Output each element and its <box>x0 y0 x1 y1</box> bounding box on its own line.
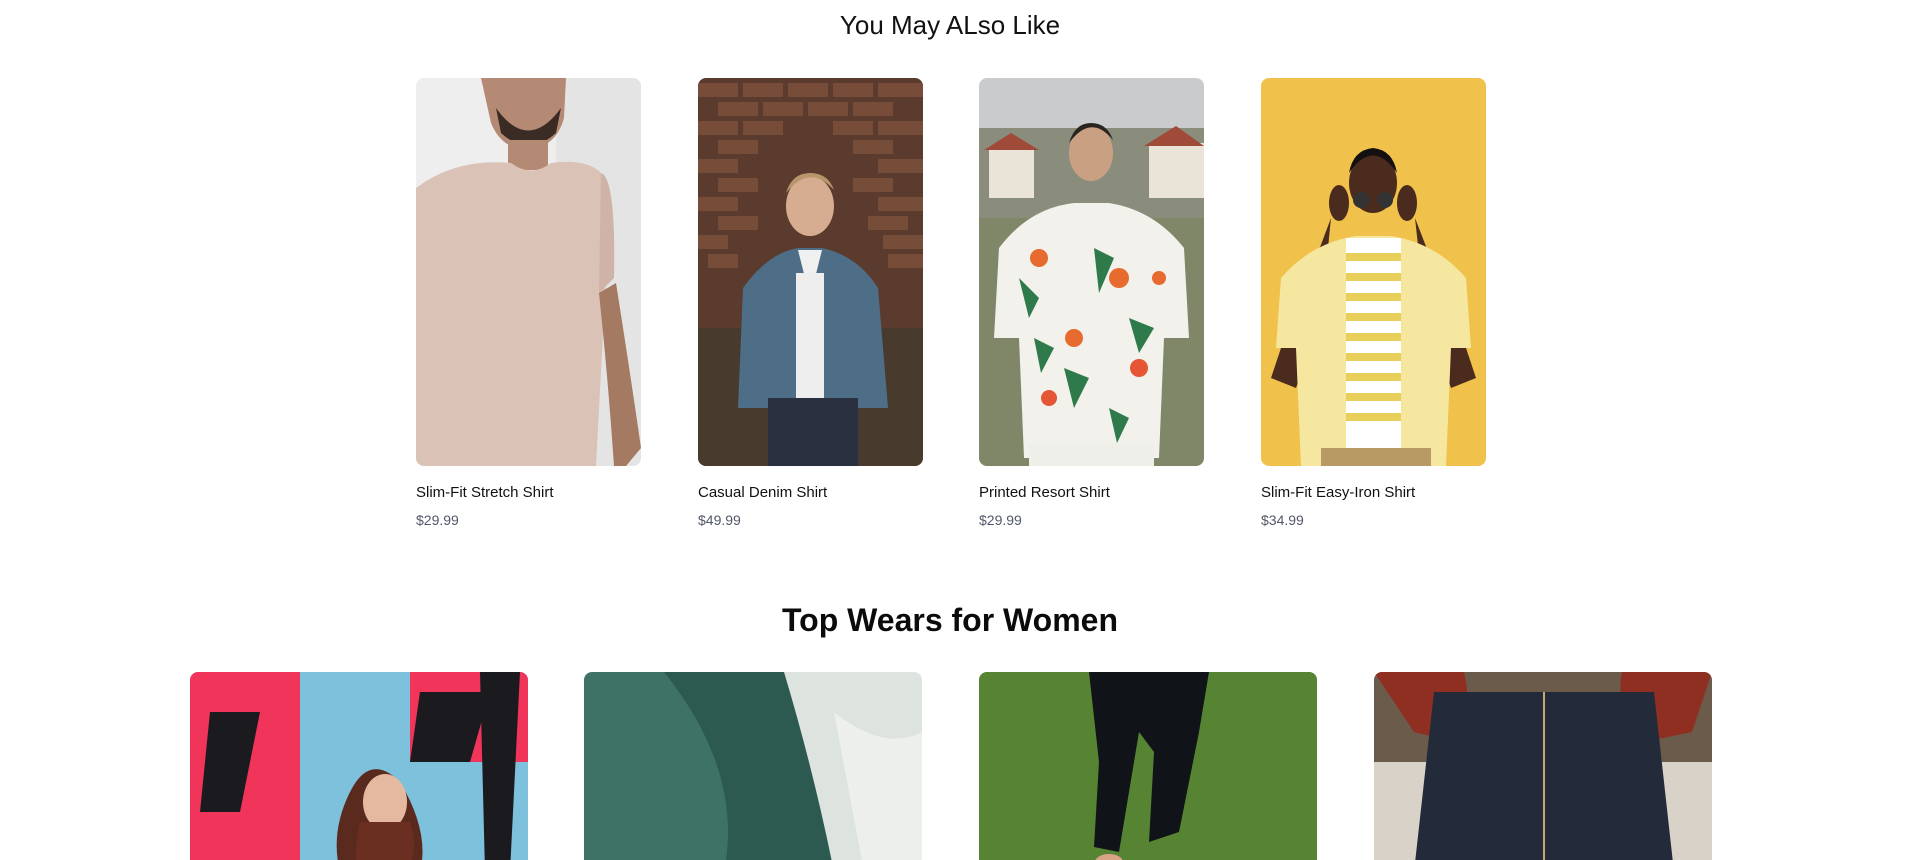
product-name[interactable]: Slim-Fit Easy-Iron Shirt <box>1261 484 1486 504</box>
product-image[interactable] <box>416 78 641 466</box>
product-image[interactable] <box>698 78 923 466</box>
section-title-top-wears-women: Top Wears for Women <box>781 602 1119 638</box>
product-card[interactable]: Slim-Fit Stretch Shirt $29.99 <box>416 78 641 528</box>
product-card[interactable]: Printed Resort Shirt $29.99 <box>979 78 1204 528</box>
product-price: $34.99 <box>1261 512 1304 528</box>
product-image[interactable] <box>1261 78 1486 466</box>
women-product-image[interactable] <box>190 672 528 860</box>
women-product-image[interactable] <box>1374 672 1712 860</box>
product-price: $29.99 <box>979 512 1022 528</box>
product-price: $49.99 <box>698 512 741 528</box>
product-image[interactable] <box>979 78 1204 466</box>
product-price: $29.99 <box>416 512 459 528</box>
page: You May ALso Like Slim-Fit Stretch Shirt… <box>0 0 1900 860</box>
product-name[interactable]: Casual Denim Shirt <box>698 484 923 504</box>
product-card[interactable]: Casual Denim Shirt $49.99 <box>698 78 923 528</box>
women-product-image[interactable] <box>979 672 1317 860</box>
section-title-you-may-also-like: You May ALso Like <box>839 10 1061 40</box>
product-name[interactable]: Printed Resort Shirt <box>979 484 1204 504</box>
product-card[interactable]: Slim-Fit Easy-Iron Shirt $34.99 <box>1261 78 1486 528</box>
women-product-image[interactable] <box>584 672 922 860</box>
product-name[interactable]: Slim-Fit Stretch Shirt <box>416 484 641 504</box>
